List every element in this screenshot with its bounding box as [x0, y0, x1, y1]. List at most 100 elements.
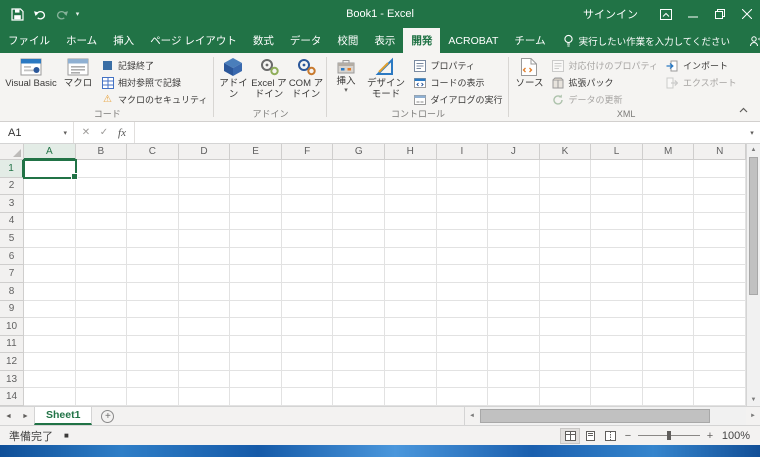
grid-cell[interactable] — [333, 335, 385, 354]
grid-cell[interactable] — [24, 282, 76, 301]
grid-cell[interactable] — [24, 265, 76, 283]
close-button[interactable] — [733, 0, 760, 28]
grid-cell[interactable] — [333, 212, 385, 231]
expansion-packs-button[interactable]: 拡張パック — [547, 74, 661, 91]
grid-cell[interactable] — [539, 230, 592, 248]
grid-cell[interactable] — [281, 318, 334, 336]
grid-cell[interactable] — [333, 195, 385, 213]
row-header[interactable]: 3 — [0, 195, 24, 213]
grid-cell[interactable] — [694, 265, 746, 283]
grid-cell[interactable] — [642, 388, 695, 406]
customize-qat-button[interactable]: ▾ — [73, 10, 82, 18]
row-header[interactable]: 8 — [0, 282, 24, 301]
grid-cell[interactable] — [385, 212, 437, 231]
grid-cell[interactable] — [488, 370, 540, 389]
grid-cell[interactable] — [385, 265, 437, 283]
grid-cell[interactable] — [591, 230, 643, 248]
grid-cell[interactable] — [488, 212, 540, 231]
grid-cell[interactable] — [24, 247, 76, 266]
grid-cell[interactable] — [642, 160, 695, 178]
grid-cell[interactable] — [694, 247, 746, 266]
grid-cell[interactable] — [178, 195, 231, 213]
grid-cell[interactable] — [694, 282, 746, 301]
com-addins-button[interactable]: COM アドイン — [287, 55, 324, 108]
grid-cell[interactable] — [178, 388, 231, 406]
grid-cell[interactable] — [24, 300, 76, 319]
grid-cell[interactable] — [230, 282, 282, 301]
ribbon-display-options-button[interactable] — [652, 0, 679, 28]
grid-cell[interactable] — [127, 177, 179, 196]
grid-cell[interactable] — [75, 318, 128, 336]
column-header[interactable]: M — [642, 144, 695, 160]
column-header[interactable]: L — [591, 144, 643, 160]
grid-cell[interactable] — [24, 353, 76, 371]
ribbon-tab[interactable]: 表示 — [366, 28, 403, 53]
grid-cell[interactable] — [127, 370, 179, 389]
grid-cell[interactable] — [436, 160, 489, 178]
grid-cell[interactable] — [230, 212, 282, 231]
grid-cell[interactable] — [75, 230, 128, 248]
grid-cell[interactable] — [230, 160, 282, 178]
grid-cell[interactable] — [539, 247, 592, 266]
grid-cell[interactable] — [127, 353, 179, 371]
row-header[interactable]: 6 — [0, 247, 24, 266]
grid-cell[interactable] — [694, 212, 746, 231]
grid-cell[interactable] — [127, 195, 179, 213]
grid-cell[interactable] — [642, 335, 695, 354]
grid-cell[interactable] — [230, 353, 282, 371]
grid-cell[interactable] — [385, 318, 437, 336]
grid-cell[interactable] — [75, 335, 128, 354]
view-code-button[interactable]: コードの表示 — [409, 74, 506, 91]
grid-cell[interactable] — [694, 388, 746, 406]
grid-cell[interactable] — [281, 282, 334, 301]
grid-cell[interactable] — [333, 265, 385, 283]
grid-cell[interactable] — [178, 318, 231, 336]
grid-cell[interactable] — [281, 177, 334, 196]
column-header[interactable]: D — [178, 144, 231, 160]
ribbon-tab[interactable]: 挿入 — [105, 28, 142, 53]
grid-cell[interactable] — [281, 388, 334, 406]
column-header[interactable]: F — [281, 144, 334, 160]
grid-cell[interactable] — [385, 195, 437, 213]
collapse-ribbon-button[interactable] — [735, 103, 751, 117]
ribbon-tab[interactable]: ACROBAT — [440, 28, 506, 53]
relative-references-button[interactable]: 相対参照で記録 — [97, 74, 211, 91]
grid-cell[interactable] — [178, 230, 231, 248]
grid-cell[interactable] — [591, 335, 643, 354]
undo-button[interactable] — [29, 4, 50, 24]
grid-cell[interactable] — [127, 160, 179, 178]
ribbon-tab[interactable]: ページ レイアウト — [142, 28, 245, 53]
stop-recording-button[interactable]: 記録終了 — [97, 57, 211, 74]
page-layout-view-button[interactable] — [580, 428, 600, 444]
ribbon-tab[interactable]: チーム — [506, 28, 553, 53]
grid-cell[interactable] — [436, 265, 489, 283]
grid-cell[interactable] — [333, 388, 385, 406]
grid-cell[interactable] — [127, 265, 179, 283]
grid-cell[interactable] — [436, 195, 489, 213]
grid-cell[interactable] — [694, 300, 746, 319]
column-header[interactable]: J — [488, 144, 540, 160]
import-button[interactable]: インポート — [662, 57, 741, 74]
grid-cell[interactable] — [436, 177, 489, 196]
grid-cell[interactable] — [230, 300, 282, 319]
zoom-level[interactable]: 100% — [718, 430, 760, 442]
column-header[interactable]: K — [539, 144, 592, 160]
grid-cell[interactable] — [23, 159, 78, 180]
row-header[interactable]: 2 — [0, 177, 24, 196]
maximize-button[interactable] — [706, 0, 733, 28]
grid-cell[interactable] — [178, 353, 231, 371]
grid-cell[interactable] — [385, 300, 437, 319]
grid-cell[interactable] — [539, 300, 592, 319]
grid-cell[interactable] — [75, 353, 128, 371]
enter-button[interactable]: ✓ — [95, 127, 113, 138]
grid-cell[interactable] — [539, 177, 592, 196]
grid-cell[interactable] — [642, 247, 695, 266]
grid-cell[interactable] — [127, 388, 179, 406]
column-header[interactable]: N — [694, 144, 746, 160]
grid-cell[interactable] — [75, 265, 128, 283]
tell-me-box[interactable]: 実行したい作業を入力してください — [554, 28, 739, 53]
name-box-dropdown[interactable]: ▾ — [57, 129, 73, 137]
grid-cell[interactable] — [333, 247, 385, 266]
grid-cell[interactable] — [127, 300, 179, 319]
grid-cell[interactable] — [436, 388, 489, 406]
